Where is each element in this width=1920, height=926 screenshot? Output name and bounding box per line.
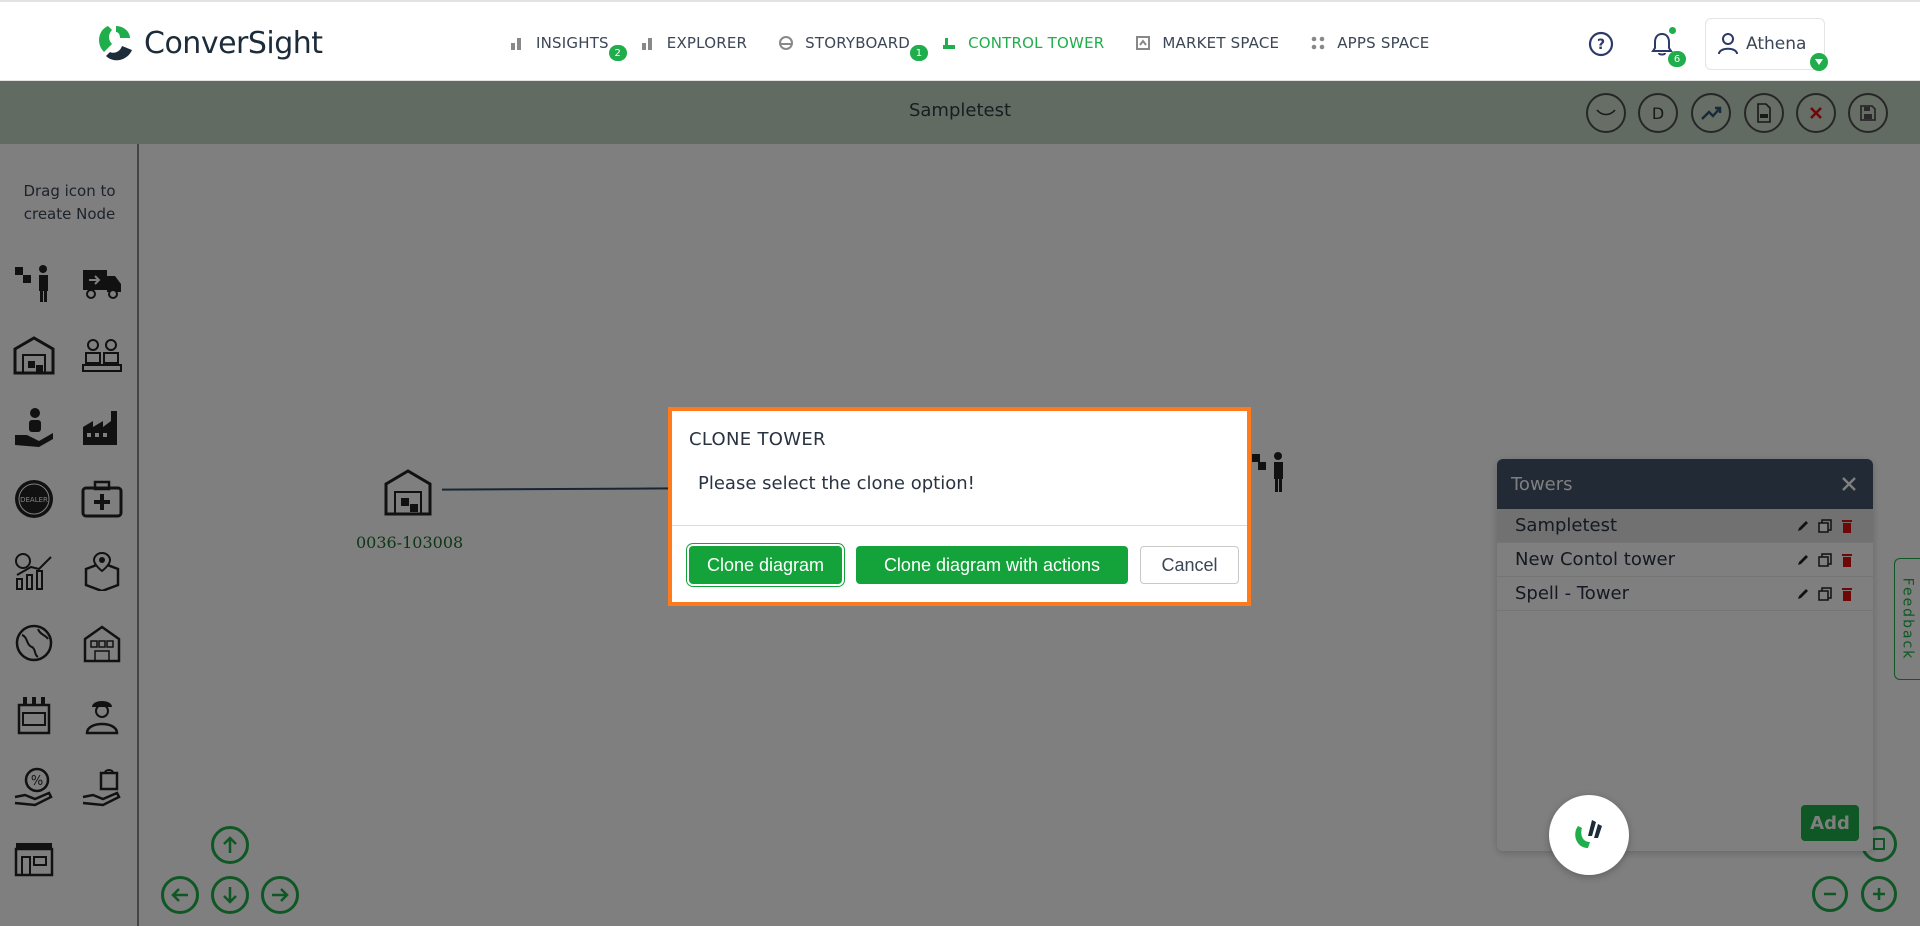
assistant-chat-button[interactable] [1549,795,1629,875]
nav-badge: 2 [608,45,627,61]
dashboard-icon [777,34,795,52]
brand-logo[interactable]: ConverSight [94,22,323,64]
nav-market-space[interactable]: MARKET SPACE [1134,30,1279,56]
clone-diagram-button[interactable]: Clone diagram [689,546,842,584]
nav-insights[interactable]: INSIGHTS 2 [508,30,627,61]
bar-chart-icon [508,34,526,52]
nav-apps-space[interactable]: APPS SPACE [1309,30,1429,56]
nav-badge: 1 [910,45,929,61]
tower-icon [940,34,958,52]
nav-label: APPS SPACE [1337,34,1430,52]
nav-explorer[interactable]: EXPLORER [639,30,747,56]
chevron-down-icon[interactable] [1810,53,1828,71]
divider [672,525,1247,526]
help-icon[interactable]: ? [1587,30,1615,58]
apps-grid-icon [1309,34,1327,52]
nav-label: INSIGHTS [536,34,609,52]
clone-tower-dialog: CLONE TOWER Please select the clone opti… [668,407,1251,606]
market-icon [1134,34,1152,52]
main-nav: INSIGHTS 2 EXPLORER STORYBOARD 1 CONTROL… [508,30,1459,61]
nav-control-tower[interactable]: CONTROL TOWER [940,30,1104,56]
nav-label: EXPLORER [666,34,748,52]
dialog-title: CLONE TOWER [689,429,826,450]
brand-name: ConverSight [144,25,323,61]
dialog-message: Please select the clone option! [698,473,975,494]
top-navbar: ConverSight INSIGHTS 2 EXPLORER STORYBOA… [0,0,1920,81]
user-menu[interactable]: Athena [1705,18,1825,70]
nav-label: STORYBOARD [805,34,911,52]
bar-chart-icon [639,34,657,52]
notification-dot [1669,27,1676,34]
notification-count: 6 [1668,51,1686,67]
clone-with-actions-button[interactable]: Clone diagram with actions [856,546,1128,584]
nav-label: CONTROL TOWER [968,34,1105,52]
nav-label: MARKET SPACE [1162,34,1280,52]
user-icon [1718,33,1738,55]
user-name: Athena [1746,34,1807,54]
cancel-button[interactable]: Cancel [1140,546,1239,584]
nav-storyboard[interactable]: STORYBOARD 1 [777,30,929,61]
assistant-logo-icon [1575,820,1602,848]
conversight-logo-icon [99,26,132,61]
svg-text:?: ? [1597,37,1605,53]
